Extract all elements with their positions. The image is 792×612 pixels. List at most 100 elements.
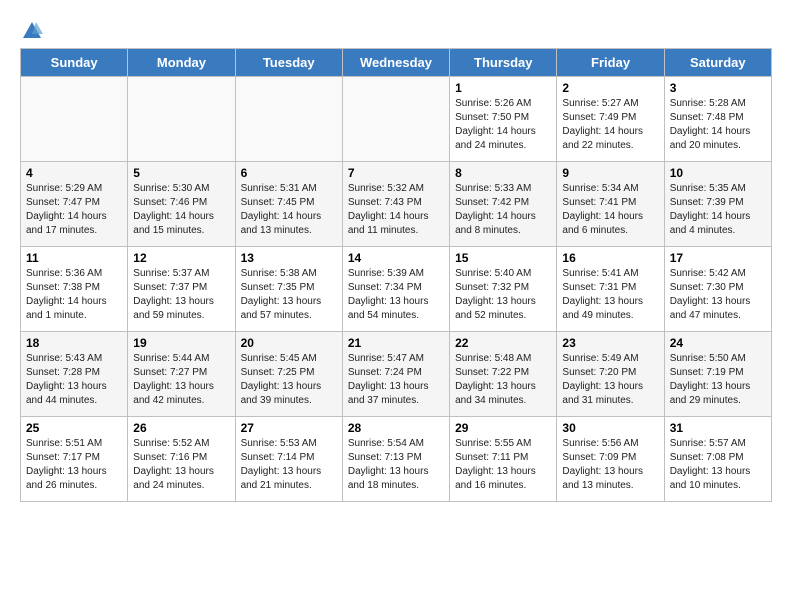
calendar-cell: 7 Sunrise: 5:32 AM Sunset: 7:43 PM Daylig… xyxy=(342,162,449,247)
calendar-cell: 24 Sunrise: 5:50 AM Sunset: 7:19 PM Dayli… xyxy=(664,332,771,417)
day-number: 17 xyxy=(670,251,766,265)
day-info: Sunrise: 5:36 AM Sunset: 7:38 PM Dayligh… xyxy=(26,267,122,323)
day-number: 15 xyxy=(455,251,551,265)
calendar-cell: 23Sunrise: 5:49 AM Sunset: 7:20 PM Dayli… xyxy=(557,332,664,417)
day-info: Sunrise: 5:31 AM Sunset: 7:45 PM Dayligh… xyxy=(241,182,337,238)
calendar-cell: 25 Sunrise: 5:51 AM Sunset: 7:17 PM Dayli… xyxy=(21,417,128,502)
calendar-cell: 29 Sunrise: 5:55 AM Sunset: 7:11 PM Dayli… xyxy=(450,417,557,502)
day-number: 16 xyxy=(562,251,658,265)
calendar-table: SundayMondayTuesdayWednesdayThursdayFrid… xyxy=(20,48,772,502)
calendar-week-row: 1Sunrise: 5:26 AM Sunset: 7:50 PM Daylig… xyxy=(21,77,772,162)
day-number: 28 xyxy=(348,421,444,435)
page-header xyxy=(20,20,772,38)
day-of-week-header: Monday xyxy=(128,49,235,77)
day-number: 21 xyxy=(348,336,444,350)
calendar-cell: 3 Sunrise: 5:28 AM Sunset: 7:48 PM Daylig… xyxy=(664,77,771,162)
day-info: Sunrise: 5:39 AM Sunset: 7:34 PM Dayligh… xyxy=(348,267,444,323)
day-number: 9 xyxy=(562,166,658,180)
day-number: 10 xyxy=(670,166,766,180)
calendar-cell: 28Sunrise: 5:54 AM Sunset: 7:13 PM Dayli… xyxy=(342,417,449,502)
calendar-cell: 9Sunrise: 5:34 AM Sunset: 7:41 PM Daylig… xyxy=(557,162,664,247)
calendar-cell: 20Sunrise: 5:45 AM Sunset: 7:25 PM Dayli… xyxy=(235,332,342,417)
calendar-week-row: 18Sunrise: 5:43 AM Sunset: 7:28 PM Dayli… xyxy=(21,332,772,417)
day-number: 1 xyxy=(455,81,551,95)
day-info: Sunrise: 5:57 AM Sunset: 7:08 PM Dayligh… xyxy=(670,437,766,493)
day-number: 22 xyxy=(455,336,551,350)
calendar-cell xyxy=(128,77,235,162)
calendar-cell: 15 Sunrise: 5:40 AM Sunset: 7:32 PM Dayli… xyxy=(450,247,557,332)
day-number: 3 xyxy=(670,81,766,95)
logo-icon xyxy=(21,20,43,42)
calendar-cell: 2 Sunrise: 5:27 AM Sunset: 7:49 PM Daylig… xyxy=(557,77,664,162)
day-info: Sunrise: 5:41 AM Sunset: 7:31 PM Dayligh… xyxy=(562,267,658,323)
day-number: 12 xyxy=(133,251,229,265)
calendar-cell: 21 Sunrise: 5:47 AM Sunset: 7:24 PM Dayli… xyxy=(342,332,449,417)
day-info: Sunrise: 5:29 AM Sunset: 7:47 PM Dayligh… xyxy=(26,182,122,238)
day-number: 6 xyxy=(241,166,337,180)
day-number: 25 xyxy=(26,421,122,435)
calendar-week-row: 4 Sunrise: 5:29 AM Sunset: 7:47 PM Daylig… xyxy=(21,162,772,247)
day-of-week-header: Wednesday xyxy=(342,49,449,77)
calendar-cell: 12 Sunrise: 5:37 AM Sunset: 7:37 PM Dayli… xyxy=(128,247,235,332)
calendar-cell xyxy=(342,77,449,162)
day-info: Sunrise: 5:42 AM Sunset: 7:30 PM Dayligh… xyxy=(670,267,766,323)
calendar-cell: 6 Sunrise: 5:31 AM Sunset: 7:45 PM Daylig… xyxy=(235,162,342,247)
day-number: 2 xyxy=(562,81,658,95)
day-number: 11 xyxy=(26,251,122,265)
calendar-cell: 5 Sunrise: 5:30 AM Sunset: 7:46 PM Daylig… xyxy=(128,162,235,247)
day-info: Sunrise: 5:44 AM Sunset: 7:27 PM Dayligh… xyxy=(133,352,229,408)
day-number: 7 xyxy=(348,166,444,180)
calendar-cell: 10 Sunrise: 5:35 AM Sunset: 7:39 PM Dayli… xyxy=(664,162,771,247)
day-info: Sunrise: 5:33 AM Sunset: 7:42 PM Dayligh… xyxy=(455,182,551,238)
day-info: Sunrise: 5:52 AM Sunset: 7:16 PM Dayligh… xyxy=(133,437,229,493)
calendar-cell: 31 Sunrise: 5:57 AM Sunset: 7:08 PM Dayli… xyxy=(664,417,771,502)
calendar-cell: 1Sunrise: 5:26 AM Sunset: 7:50 PM Daylig… xyxy=(450,77,557,162)
day-info: Sunrise: 5:53 AM Sunset: 7:14 PM Dayligh… xyxy=(241,437,337,493)
day-info: Sunrise: 5:43 AM Sunset: 7:28 PM Dayligh… xyxy=(26,352,122,408)
day-info: Sunrise: 5:32 AM Sunset: 7:43 PM Dayligh… xyxy=(348,182,444,238)
day-of-week-header: Friday xyxy=(557,49,664,77)
calendar-cell: 30 Sunrise: 5:56 AM Sunset: 7:09 PM Dayli… xyxy=(557,417,664,502)
day-number: 30 xyxy=(562,421,658,435)
day-info: Sunrise: 5:37 AM Sunset: 7:37 PM Dayligh… xyxy=(133,267,229,323)
calendar-cell: 26 Sunrise: 5:52 AM Sunset: 7:16 PM Dayli… xyxy=(128,417,235,502)
calendar-cell: 18Sunrise: 5:43 AM Sunset: 7:28 PM Dayli… xyxy=(21,332,128,417)
day-info: Sunrise: 5:27 AM Sunset: 7:49 PM Dayligh… xyxy=(562,97,658,153)
calendar-cell: 19 Sunrise: 5:44 AM Sunset: 7:27 PM Dayli… xyxy=(128,332,235,417)
day-info: Sunrise: 5:40 AM Sunset: 7:32 PM Dayligh… xyxy=(455,267,551,323)
day-number: 4 xyxy=(26,166,122,180)
day-number: 8 xyxy=(455,166,551,180)
day-number: 14 xyxy=(348,251,444,265)
day-info: Sunrise: 5:51 AM Sunset: 7:17 PM Dayligh… xyxy=(26,437,122,493)
day-number: 26 xyxy=(133,421,229,435)
calendar-week-row: 11 Sunrise: 5:36 AM Sunset: 7:38 PM Dayli… xyxy=(21,247,772,332)
day-number: 19 xyxy=(133,336,229,350)
day-of-week-header: Sunday xyxy=(21,49,128,77)
day-info: Sunrise: 5:47 AM Sunset: 7:24 PM Dayligh… xyxy=(348,352,444,408)
calendar-cell: 4 Sunrise: 5:29 AM Sunset: 7:47 PM Daylig… xyxy=(21,162,128,247)
calendar-cell: 14 Sunrise: 5:39 AM Sunset: 7:34 PM Dayli… xyxy=(342,247,449,332)
day-info: Sunrise: 5:38 AM Sunset: 7:35 PM Dayligh… xyxy=(241,267,337,323)
day-info: Sunrise: 5:56 AM Sunset: 7:09 PM Dayligh… xyxy=(562,437,658,493)
day-of-week-header: Thursday xyxy=(450,49,557,77)
calendar-cell xyxy=(235,77,342,162)
day-info: Sunrise: 5:55 AM Sunset: 7:11 PM Dayligh… xyxy=(455,437,551,493)
day-number: 5 xyxy=(133,166,229,180)
day-number: 27 xyxy=(241,421,337,435)
day-number: 13 xyxy=(241,251,337,265)
calendar-cell: 27 Sunrise: 5:53 AM Sunset: 7:14 PM Dayli… xyxy=(235,417,342,502)
day-info: Sunrise: 5:50 AM Sunset: 7:19 PM Dayligh… xyxy=(670,352,766,408)
day-number: 29 xyxy=(455,421,551,435)
day-info: Sunrise: 5:35 AM Sunset: 7:39 PM Dayligh… xyxy=(670,182,766,238)
calendar-week-row: 25 Sunrise: 5:51 AM Sunset: 7:17 PM Dayli… xyxy=(21,417,772,502)
calendar-cell: 11 Sunrise: 5:36 AM Sunset: 7:38 PM Dayli… xyxy=(21,247,128,332)
day-info: Sunrise: 5:28 AM Sunset: 7:48 PM Dayligh… xyxy=(670,97,766,153)
day-number: 31 xyxy=(670,421,766,435)
day-info: Sunrise: 5:49 AM Sunset: 7:20 PM Dayligh… xyxy=(562,352,658,408)
day-number: 24 xyxy=(670,336,766,350)
calendar-cell xyxy=(21,77,128,162)
calendar-cell: 22Sunrise: 5:48 AM Sunset: 7:22 PM Dayli… xyxy=(450,332,557,417)
calendar-cell: 8 Sunrise: 5:33 AM Sunset: 7:42 PM Daylig… xyxy=(450,162,557,247)
day-info: Sunrise: 5:30 AM Sunset: 7:46 PM Dayligh… xyxy=(133,182,229,238)
calendar-cell: 13 Sunrise: 5:38 AM Sunset: 7:35 PM Dayli… xyxy=(235,247,342,332)
